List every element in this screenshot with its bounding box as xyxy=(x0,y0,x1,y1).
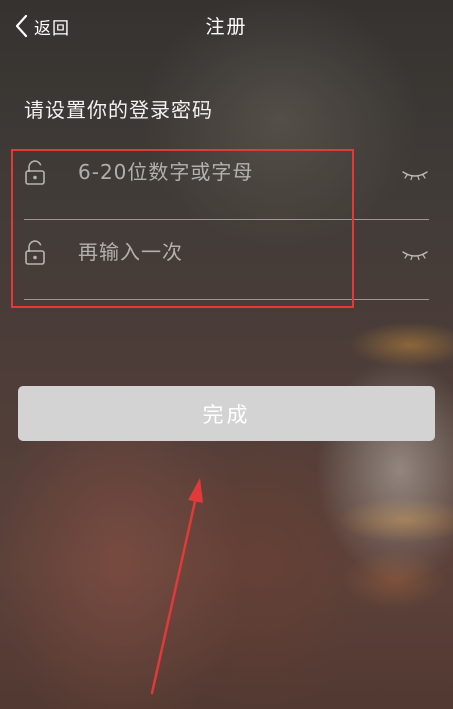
annotation-arrow xyxy=(150,478,203,695)
